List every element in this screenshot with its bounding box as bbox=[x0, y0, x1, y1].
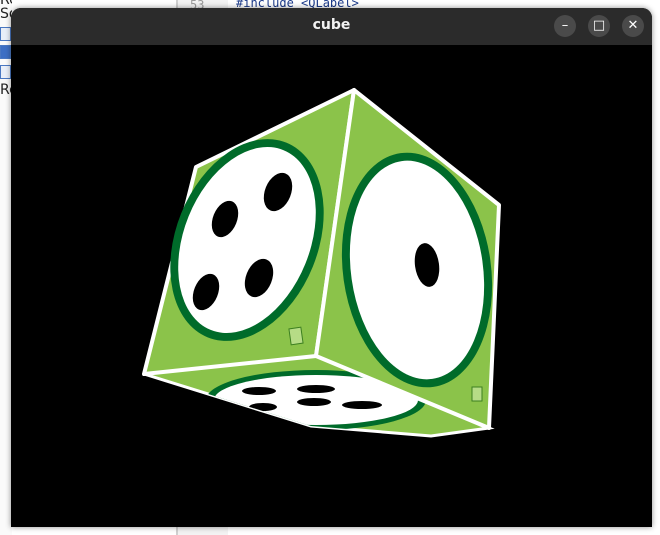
close-button[interactable]: ✕ bbox=[622, 15, 644, 37]
cube-scene bbox=[142, 88, 501, 438]
maximize-button[interactable]: □ bbox=[588, 15, 610, 37]
pip bbox=[297, 398, 331, 406]
pip bbox=[342, 401, 382, 409]
pip bbox=[297, 385, 335, 393]
qt-logo-icon bbox=[471, 386, 483, 402]
window-titlebar[interactable]: cube – □ ✕ bbox=[11, 8, 652, 45]
file-icon[interactable] bbox=[0, 65, 11, 79]
file-icon[interactable] bbox=[0, 27, 11, 41]
cube-window: cube – □ ✕ bbox=[11, 8, 652, 527]
qt-logo-icon bbox=[288, 326, 304, 346]
pip bbox=[249, 403, 277, 411]
gl-viewport[interactable] bbox=[11, 45, 652, 527]
file-icon-selected[interactable] bbox=[0, 45, 11, 59]
pip bbox=[242, 387, 276, 395]
minimize-button[interactable]: – bbox=[554, 15, 576, 37]
